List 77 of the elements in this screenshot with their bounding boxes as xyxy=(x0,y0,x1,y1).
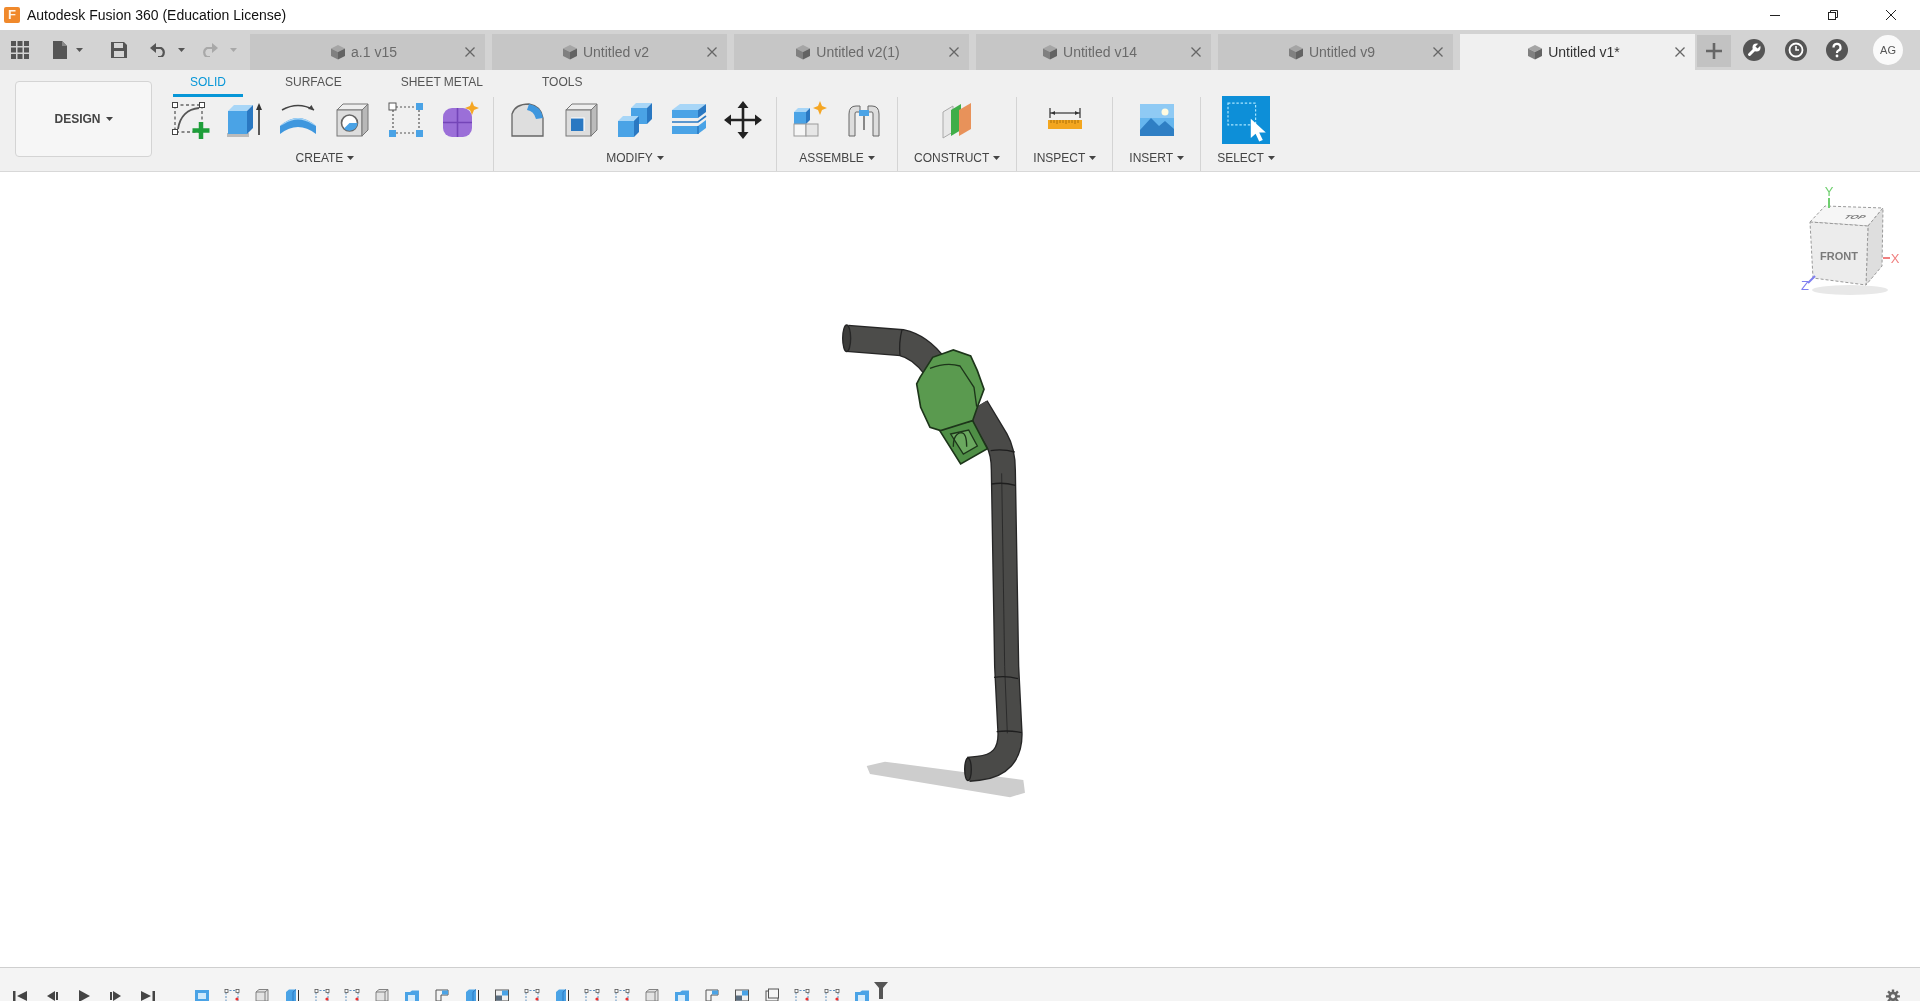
corner-bracket-icon[interactable] xyxy=(704,988,720,1001)
dropdown-button[interactable]: CREATE xyxy=(285,151,365,165)
toolbar-tab[interactable]: SURFACE xyxy=(268,70,359,97)
file-icon[interactable] xyxy=(53,41,67,59)
cube-icon xyxy=(330,44,347,60)
play-icon[interactable] xyxy=(76,988,92,1001)
caret-icon[interactable] xyxy=(76,48,83,52)
axis-label: Y xyxy=(1824,184,1834,199)
cube-icon xyxy=(1042,44,1059,60)
settings-icon[interactable] xyxy=(1885,988,1901,1001)
rounded-cube-sparkle-icon[interactable] xyxy=(440,100,480,140)
picture-icon[interactable] xyxy=(194,988,210,1001)
dropdown-button[interactable]: MODIFY xyxy=(596,151,674,165)
undo-icon[interactable] xyxy=(150,43,168,57)
cube-face-label: TOP xyxy=(1841,213,1869,221)
caret-icon xyxy=(1267,156,1275,160)
app-grid-icon[interactable] xyxy=(11,41,29,59)
view-cube[interactable] xyxy=(1807,197,1891,295)
stacked-cubes-icon[interactable] xyxy=(615,100,655,140)
box-arrow-icon[interactable] xyxy=(464,988,480,1001)
cube-icon[interactable] xyxy=(254,988,270,1001)
nested-squares-icon[interactable] xyxy=(764,988,780,1001)
caret-icon xyxy=(347,156,355,160)
move-arrows-icon[interactable] xyxy=(723,100,763,140)
window-title: Autodesk Fusion 360 (Education License) xyxy=(27,7,287,23)
workspace-dropdown[interactable]: DESIGN xyxy=(15,81,152,157)
sketch-frame-plus-icon[interactable] xyxy=(170,100,210,140)
toolbar-tab[interactable]: SHEET METAL xyxy=(383,70,500,97)
folder-icon[interactable] xyxy=(404,988,420,1001)
dashed-frame-icon[interactable] xyxy=(794,988,810,1001)
dashed-frame-icon[interactable] xyxy=(344,988,360,1001)
user-avatar[interactable]: AG xyxy=(1873,35,1903,65)
axis-label: X xyxy=(1890,251,1900,266)
dashed-frame-icon[interactable] xyxy=(314,988,330,1001)
cube-icon xyxy=(1287,44,1304,60)
help-icon[interactable] xyxy=(1826,39,1848,61)
dropdown-button[interactable]: CONSTRUCT xyxy=(904,151,1011,165)
timeline-marker-icon[interactable] xyxy=(874,982,888,999)
clock-icon[interactable] xyxy=(1785,39,1807,61)
skip-end-icon[interactable] xyxy=(140,988,156,1001)
restore-icon[interactable] xyxy=(1827,9,1839,21)
caret-icon xyxy=(1089,156,1097,160)
toolbar-tab[interactable]: TOOLS xyxy=(524,70,600,97)
dropdown-button[interactable]: INSPECT xyxy=(1023,151,1107,165)
linked-squares-icon[interactable] xyxy=(386,100,426,140)
caret-icon[interactable] xyxy=(178,48,185,52)
selection-cursor-icon[interactable] xyxy=(1222,96,1270,144)
dropdown-button[interactable]: SELECT xyxy=(1207,151,1285,165)
caret-icon xyxy=(867,156,875,160)
close-icon[interactable] xyxy=(1885,9,1897,21)
app-logo: F xyxy=(4,7,20,23)
box-arrow-icon[interactable] xyxy=(554,988,570,1001)
dropdown-button[interactable]: ASSEMBLE xyxy=(789,151,885,165)
dashed-frame-icon[interactable] xyxy=(224,988,240,1001)
dropdown-button[interactable]: INSERT xyxy=(1119,151,1195,165)
box-arrow-icon[interactable] xyxy=(284,988,300,1001)
caret-icon xyxy=(1177,156,1185,160)
skip-start-icon[interactable] xyxy=(12,988,28,1001)
cube-icon xyxy=(1527,44,1544,60)
cube-icon[interactable] xyxy=(374,988,390,1001)
plus-icon[interactable] xyxy=(1706,43,1722,59)
caret-icon xyxy=(656,156,664,160)
caret-icon xyxy=(105,117,113,121)
wrench-icon[interactable] xyxy=(1743,39,1765,61)
cube-face-label: FRONT xyxy=(1820,250,1858,262)
folder-icon[interactable] xyxy=(674,988,690,1001)
caret-icon xyxy=(993,156,1001,160)
axis-label: Z xyxy=(1801,278,1809,293)
corner-bracket-icon[interactable] xyxy=(434,988,450,1001)
dashed-frame-icon[interactable] xyxy=(524,988,540,1001)
dashed-frame-icon[interactable] xyxy=(824,988,840,1001)
cube-icon[interactable] xyxy=(644,988,660,1001)
dashed-frame-icon[interactable] xyxy=(584,988,600,1001)
document-tab[interactable]: Untitled v1* xyxy=(1460,34,1695,70)
cube-icon xyxy=(795,44,812,60)
cube-icon xyxy=(561,44,578,60)
dashed-frame-icon[interactable] xyxy=(614,988,630,1001)
